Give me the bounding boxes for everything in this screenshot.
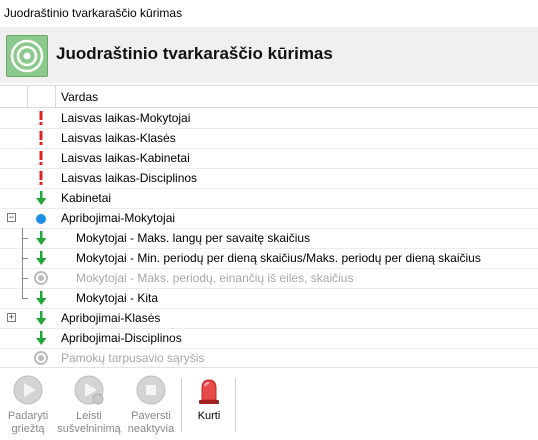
table-row[interactable]: Laisvas laikas-Mokytojai	[0, 108, 538, 129]
table-row[interactable]: Laisvas laikas-Disciplinos	[0, 168, 538, 189]
arrow-down-icon	[33, 290, 49, 306]
row-label: Laisvas laikas-Disciplinos	[61, 171, 198, 185]
toolbar-separator	[235, 378, 236, 432]
exclamation-icon	[33, 110, 49, 126]
exclamation-icon	[33, 150, 49, 166]
table-row[interactable]: Mokytojai - Kita	[0, 288, 538, 309]
table-row[interactable]: Mokytojai - Maks. langų per savaitę skai…	[0, 228, 538, 249]
row-label: Mokytojai - Min. periodų per dieną skaič…	[76, 251, 481, 265]
allow-relax-button[interactable]: Leisti sušvelninimą	[54, 374, 124, 436]
tree-trunk-line	[22, 228, 23, 299]
row-label: Mokytojai - Kita	[76, 291, 159, 305]
make-inactive-label-2: neaktyvia	[127, 423, 175, 435]
page-title: Juodraštinio tvarkaraščio kūrimas	[56, 44, 333, 63]
arrow-down-icon	[33, 250, 49, 266]
allow-relax-label-2: sušvelninimą	[57, 423, 121, 435]
table-row[interactable]: Pamokų tarpusavio sąryšis	[0, 348, 538, 366]
create-label: Kurti	[197, 410, 221, 422]
row-label: Apribojimai-Mokytojai	[61, 211, 176, 225]
window-title: Juodraštinio tvarkaraščio kūrimas	[0, 0, 538, 26]
column-separator	[27, 86, 28, 107]
column-header-name[interactable]: Vardas	[61, 90, 98, 104]
row-label: Apribojimai-Disciplinos	[61, 331, 182, 345]
constraints-grid: Vardas Laisvas laikas-Mokytojai Laisvas l…	[0, 85, 538, 366]
arrow-down-icon	[33, 230, 49, 246]
toolbar: Padaryti griežtą Leisti sušvelninimą Pav…	[0, 368, 538, 440]
make-strict-button[interactable]: Padaryti griežtą	[2, 374, 54, 436]
dot-icon	[33, 210, 49, 226]
row-label: Laisvas laikas-Kabinetai	[61, 151, 190, 165]
table-row[interactable]: Apribojimai-Disciplinos	[0, 328, 538, 349]
expand-icon[interactable]: +	[7, 313, 16, 322]
row-label: Laisvas laikas-Mokytojai	[61, 111, 191, 125]
row-label: Mokytojai - Maks. langų per savaitę skai…	[76, 231, 311, 245]
make-strict-label-2: griežtą	[11, 423, 45, 435]
inactive-circle-icon	[33, 270, 49, 286]
target-icon	[6, 35, 48, 77]
table-row[interactable]: Mokytojai - Min. periodų per dieną skaič…	[0, 248, 538, 269]
row-label: Apribojimai-Klasės	[61, 311, 161, 325]
row-label: Kabinetai	[61, 191, 112, 205]
row-label: Laisvas laikas-Klasės	[61, 131, 176, 145]
make-inactive-button[interactable]: Paversti neaktyvia	[122, 374, 180, 436]
exclamation-icon	[33, 170, 49, 186]
row-label: Mokytojai - Maks. periodų, einančių iš e…	[76, 271, 354, 285]
table-row[interactable]: Mokytojai - Maks. periodų, einančių iš e…	[0, 268, 538, 289]
table-row[interactable]: Laisvas laikas-Kabinetai	[0, 148, 538, 169]
stop-circle-icon	[135, 374, 167, 406]
inactive-circle-icon	[33, 350, 49, 366]
collapse-icon[interactable]: −	[7, 213, 16, 222]
table-row[interactable]: + Apribojimai-Klasės	[0, 308, 538, 329]
column-separator	[55, 86, 56, 107]
arrow-down-icon	[33, 310, 49, 326]
play-relax-icon	[73, 374, 105, 406]
play-circle-icon	[12, 374, 44, 406]
make-inactive-label-1: Paversti	[131, 410, 171, 422]
siren-icon	[193, 374, 225, 406]
table-row[interactable]: Laisvas laikas-Klasės	[0, 128, 538, 149]
create-button[interactable]: Kurti	[183, 374, 235, 423]
make-strict-label-1: Padaryti	[7, 410, 49, 422]
row-label: Pamokų tarpusavio sąryšis	[61, 351, 205, 365]
allow-relax-label-1: Leisti	[76, 410, 102, 422]
arrow-down-icon	[33, 330, 49, 346]
arrow-down-icon	[33, 190, 49, 206]
table-row[interactable]: − Apribojimai-Mokytojai	[0, 208, 538, 229]
header-panel: Juodraštinio tvarkaraščio kūrimas	[0, 27, 538, 83]
table-row[interactable]: Kabinetai	[0, 188, 538, 209]
toolbar-separator	[181, 378, 182, 432]
exclamation-icon	[33, 130, 49, 146]
grid-column-header: Vardas	[0, 86, 538, 108]
